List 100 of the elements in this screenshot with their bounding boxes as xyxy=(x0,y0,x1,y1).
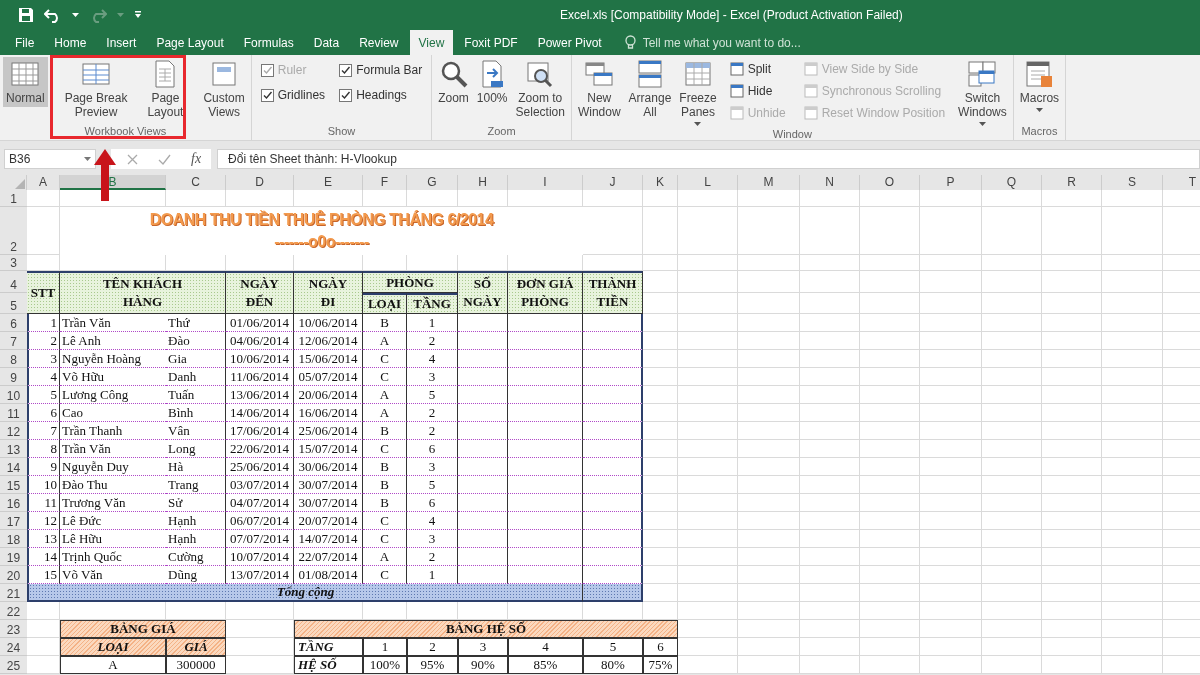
empty-cell[interactable] xyxy=(678,458,738,476)
empty-cell[interactable] xyxy=(982,350,1042,368)
row-header[interactable]: 17 xyxy=(0,512,27,530)
formula-field[interactable]: Đổi tên Sheet thành: H-Vlookup xyxy=(217,149,1200,169)
row-header[interactable]: 6 xyxy=(0,314,27,332)
row-header[interactable]: 25 xyxy=(0,656,27,674)
empty-cell[interactable] xyxy=(860,255,920,271)
empty-cell[interactable] xyxy=(678,271,738,293)
empty-cell[interactable] xyxy=(1102,404,1163,422)
empty-cell[interactable] xyxy=(982,368,1042,386)
customize-icon[interactable] xyxy=(134,11,142,19)
row-header[interactable]: 19 xyxy=(0,548,27,566)
column-header[interactable]: A xyxy=(27,175,60,190)
empty-cell[interactable] xyxy=(27,207,60,255)
empty-cell[interactable] xyxy=(1042,602,1102,620)
row-header[interactable]: 13 xyxy=(0,440,27,458)
ribbon-tab[interactable]: Power Pivot xyxy=(528,30,611,55)
empty-cell[interactable] xyxy=(1102,512,1163,530)
empty-cell[interactable] xyxy=(678,386,738,404)
empty-cell[interactable] xyxy=(1102,422,1163,440)
checkbox[interactable]: Formula Bar xyxy=(339,59,423,81)
empty-cell[interactable] xyxy=(982,458,1042,476)
empty-cell[interactable] xyxy=(1102,602,1163,620)
checkbox[interactable]: Headings xyxy=(339,84,423,106)
row-header[interactable]: 7 xyxy=(0,332,27,350)
column-header[interactable]: L xyxy=(678,175,738,190)
ribbon-tab[interactable]: File xyxy=(6,30,44,55)
row-header[interactable]: 14 xyxy=(0,458,27,476)
column-header[interactable]: N xyxy=(800,175,860,190)
empty-cell[interactable] xyxy=(738,548,800,566)
empty-cell[interactable] xyxy=(982,207,1042,255)
empty-cell[interactable] xyxy=(860,422,920,440)
empty-cell[interactable] xyxy=(860,656,920,674)
empty-cell[interactable] xyxy=(1042,332,1102,350)
empty-cell[interactable] xyxy=(920,584,982,602)
empty-cell[interactable] xyxy=(860,620,920,638)
empty-cell[interactable] xyxy=(982,293,1042,314)
empty-cell[interactable] xyxy=(1102,314,1163,332)
checkbox[interactable]: Gridlines xyxy=(260,84,326,106)
ribbon-button[interactable]: Page Break Preview xyxy=(61,57,131,121)
empty-cell[interactable] xyxy=(982,255,1042,271)
empty-cell[interactable] xyxy=(860,440,920,458)
empty-cell[interactable] xyxy=(920,293,982,314)
ribbon-tab[interactable]: Data xyxy=(304,30,349,55)
row-header[interactable]: 16 xyxy=(0,494,27,512)
empty-cell[interactable] xyxy=(800,458,860,476)
empty-cell[interactable] xyxy=(982,566,1042,584)
empty-cell[interactable] xyxy=(166,190,226,207)
empty-cell[interactable] xyxy=(738,368,800,386)
row-header[interactable]: 24 xyxy=(0,638,27,656)
empty-cell[interactable] xyxy=(678,350,738,368)
ribbon-tab[interactable]: Formulas xyxy=(234,30,303,55)
empty-cell[interactable] xyxy=(678,293,738,314)
enter-icon[interactable] xyxy=(158,153,171,165)
empty-cell[interactable] xyxy=(678,494,738,512)
empty-cell[interactable] xyxy=(1102,350,1163,368)
empty-cell[interactable] xyxy=(678,548,738,566)
ribbon-tab[interactable]: View xyxy=(409,30,454,55)
empty-cell[interactable] xyxy=(738,440,800,458)
empty-cell[interactable] xyxy=(860,530,920,548)
empty-cell[interactable] xyxy=(738,350,800,368)
column-header[interactable]: E xyxy=(294,175,363,190)
empty-cell[interactable] xyxy=(920,368,982,386)
column-header[interactable]: G xyxy=(407,175,458,190)
empty-cell[interactable] xyxy=(860,190,920,207)
empty-cell[interactable] xyxy=(1042,440,1102,458)
ribbon-button[interactable]: Freeze Panes xyxy=(676,57,720,128)
empty-cell[interactable] xyxy=(860,332,920,350)
column-header[interactable]: F xyxy=(363,175,407,190)
empty-cell[interactable] xyxy=(982,271,1042,293)
empty-cell[interactable] xyxy=(982,386,1042,404)
empty-cell[interactable] xyxy=(920,314,982,332)
empty-cell[interactable] xyxy=(920,386,982,404)
empty-cell[interactable] xyxy=(800,293,860,314)
ribbon-button[interactable]: New Window xyxy=(574,57,624,121)
empty-cell[interactable] xyxy=(920,440,982,458)
empty-cell[interactable] xyxy=(1042,207,1102,255)
empty-cell[interactable] xyxy=(982,332,1042,350)
empty-cell[interactable] xyxy=(678,422,738,440)
empty-cell[interactable] xyxy=(800,548,860,566)
empty-cell[interactable] xyxy=(1102,584,1163,602)
empty-cell[interactable] xyxy=(1042,548,1102,566)
column-header[interactable]: K xyxy=(643,175,678,190)
empty-cell[interactable] xyxy=(920,404,982,422)
column-header[interactable]: D xyxy=(226,175,294,190)
empty-cell[interactable] xyxy=(860,548,920,566)
empty-cell[interactable] xyxy=(1102,190,1163,207)
empty-cell[interactable] xyxy=(920,476,982,494)
empty-cell[interactable] xyxy=(1102,566,1163,584)
empty-cell[interactable] xyxy=(800,638,860,656)
empty-cell[interactable] xyxy=(678,584,738,602)
empty-cell[interactable] xyxy=(1102,271,1163,293)
empty-cell[interactable] xyxy=(800,207,860,255)
empty-cell[interactable] xyxy=(1042,584,1102,602)
empty-cell[interactable] xyxy=(920,656,982,674)
empty-cell[interactable] xyxy=(226,190,294,207)
empty-cell[interactable] xyxy=(860,350,920,368)
empty-cell[interactable] xyxy=(860,602,920,620)
empty-cell[interactable] xyxy=(1042,494,1102,512)
row-header[interactable]: 8 xyxy=(0,350,27,368)
